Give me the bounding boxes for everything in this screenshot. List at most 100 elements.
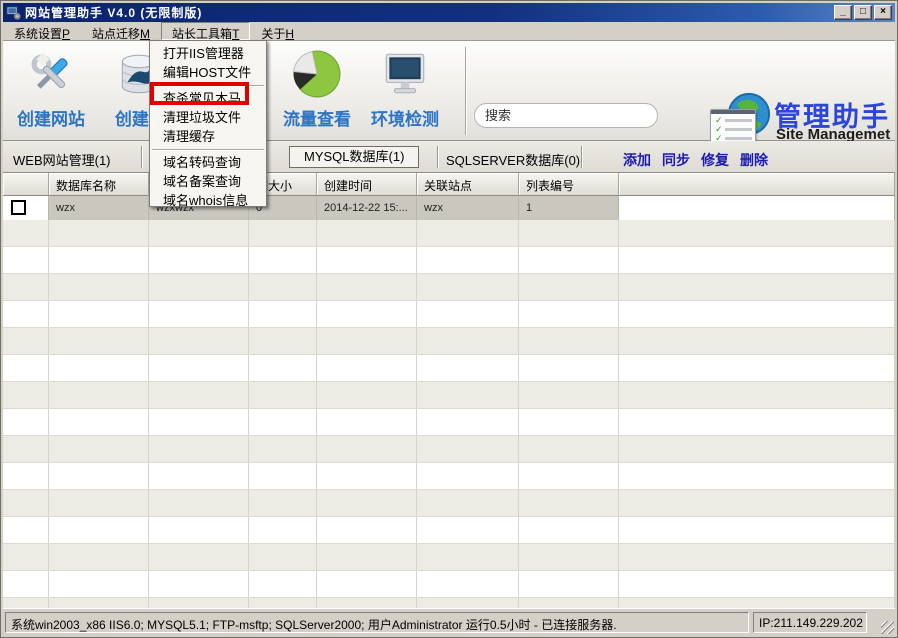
menu-item-5[interactable]: 清理垃圾文件 xyxy=(150,108,266,127)
empty-cell xyxy=(417,301,519,327)
empty-cell xyxy=(417,409,519,435)
empty-cell xyxy=(417,328,519,354)
search-box xyxy=(474,103,658,128)
empty-cell xyxy=(49,436,149,462)
empty-cell xyxy=(249,544,317,570)
app-icon xyxy=(6,5,21,20)
menu-item-10[interactable]: 域名whois信息 xyxy=(150,191,266,210)
column-header-8[interactable] xyxy=(619,173,895,196)
empty-cell xyxy=(149,463,249,489)
env-check-button[interactable]: 环境检测 xyxy=(363,45,447,137)
menu-item-9[interactable]: 域名备案查询 xyxy=(150,172,266,191)
tab-sqlserver[interactable]: SQLSERVER数据库(0) xyxy=(446,150,580,169)
menu-separator xyxy=(150,82,266,89)
empty-row xyxy=(3,463,895,490)
empty-cell xyxy=(417,571,519,597)
title-bar: 网站管理助手 V4.0 (无限制版) _ □ × xyxy=(3,3,895,22)
maximize-button[interactable]: □ xyxy=(854,5,872,20)
empty-cell xyxy=(417,544,519,570)
menu-item-4[interactable]: 查杀常见木马 xyxy=(150,89,266,108)
menubar-item-2[interactable]: 站点迁移M xyxy=(81,22,161,40)
resize-grip[interactable] xyxy=(881,621,894,634)
menu-item-8[interactable]: 域名转码查询 xyxy=(150,153,266,172)
column-header-6[interactable]: 关联站点 xyxy=(417,173,519,196)
empty-row xyxy=(3,517,895,544)
empty-cell xyxy=(317,598,417,608)
empty-cell xyxy=(3,409,49,435)
empty-row xyxy=(3,328,895,355)
empty-row xyxy=(3,436,895,463)
menu-bar: 系统设置P站点迁移M站长工具箱T关于H xyxy=(3,22,895,40)
empty-row xyxy=(3,274,895,301)
tab-mysql[interactable]: MYSQL数据库(1) xyxy=(289,146,419,168)
tools-icon xyxy=(26,49,76,99)
column-header-7[interactable]: 列表编号 xyxy=(519,173,619,196)
table-cell xyxy=(619,196,895,220)
tab-web-sites[interactable]: WEB网站管理(1) xyxy=(13,150,111,169)
column-header-1[interactable] xyxy=(3,173,49,196)
empty-cell xyxy=(149,436,249,462)
empty-cell xyxy=(249,598,317,608)
empty-cell xyxy=(519,517,619,543)
empty-cell xyxy=(149,328,249,354)
empty-cell xyxy=(249,409,317,435)
empty-cell xyxy=(49,598,149,608)
menu-item-6[interactable]: 清理缓存 xyxy=(150,127,266,146)
empty-cell xyxy=(619,328,895,354)
search-input[interactable] xyxy=(475,104,658,127)
empty-cell xyxy=(3,436,49,462)
toolbar: 创建网站 创建M 流量查看 环境检测 xyxy=(3,40,895,141)
traffic-view-button[interactable]: 流量查看 xyxy=(275,45,359,137)
empty-cell xyxy=(317,409,417,435)
empty-cell xyxy=(49,409,149,435)
menu-item-1[interactable]: 打开IIS管理器 xyxy=(150,44,266,63)
menubar-item-4[interactable]: 关于H xyxy=(250,22,305,40)
empty-cell xyxy=(249,463,317,489)
empty-cell xyxy=(417,598,519,608)
empty-cell xyxy=(519,436,619,462)
empty-cell xyxy=(49,328,149,354)
empty-cell xyxy=(417,355,519,381)
empty-cell xyxy=(49,544,149,570)
empty-cell xyxy=(519,355,619,381)
empty-cell xyxy=(417,490,519,516)
empty-cell xyxy=(519,598,619,608)
column-header-5[interactable]: 创建时间 xyxy=(317,173,417,196)
minimize-button[interactable]: _ xyxy=(834,5,852,20)
action-link-2[interactable]: 同步 xyxy=(662,150,690,170)
close-button[interactable]: × xyxy=(874,5,892,20)
empty-cell xyxy=(317,328,417,354)
empty-cell xyxy=(49,355,149,381)
empty-cell xyxy=(249,436,317,462)
empty-cell xyxy=(519,328,619,354)
create-site-button[interactable]: 创建网站 xyxy=(9,45,93,137)
menubar-item-1[interactable]: 系统设置P xyxy=(3,22,81,40)
database-table: 数据库名称制大小创建时间关联站点列表编号 wzxwzxwzx02014-12-2… xyxy=(3,173,895,608)
empty-cell xyxy=(249,490,317,516)
table-header-row: 数据库名称制大小创建时间关联站点列表编号 xyxy=(3,173,895,196)
empty-cell xyxy=(49,274,149,300)
monitor-icon xyxy=(380,49,430,99)
empty-cell xyxy=(519,247,619,273)
table-cell: 2014-12-22 15:... xyxy=(317,196,417,220)
empty-cell xyxy=(3,544,49,570)
row-checkbox[interactable] xyxy=(11,200,26,215)
empty-cell xyxy=(317,274,417,300)
empty-cell xyxy=(3,490,49,516)
table-row[interactable]: wzxwzxwzx02014-12-22 15:...wzx1 xyxy=(3,196,895,220)
menu-item-2[interactable]: 编辑HOST文件 xyxy=(150,63,266,82)
empty-cell xyxy=(619,436,895,462)
empty-row xyxy=(3,490,895,517)
empty-cell xyxy=(317,247,417,273)
empty-cell xyxy=(249,301,317,327)
action-link-3[interactable]: 修复 xyxy=(701,150,729,170)
empty-cell xyxy=(417,274,519,300)
action-link-1[interactable]: 添加 xyxy=(623,150,651,170)
empty-cell xyxy=(3,247,49,273)
menubar-item-3[interactable]: 站长工具箱T xyxy=(161,22,250,40)
action-link-4[interactable]: 删除 xyxy=(740,150,768,170)
table-cell: 1 xyxy=(519,196,619,220)
column-header-2[interactable]: 数据库名称 xyxy=(49,173,149,196)
create-site-label: 创建网站 xyxy=(9,105,93,130)
status-bar: 系统win2003_x86 IIS6.0; MYSQL5.1; FTP-msft… xyxy=(3,608,895,635)
